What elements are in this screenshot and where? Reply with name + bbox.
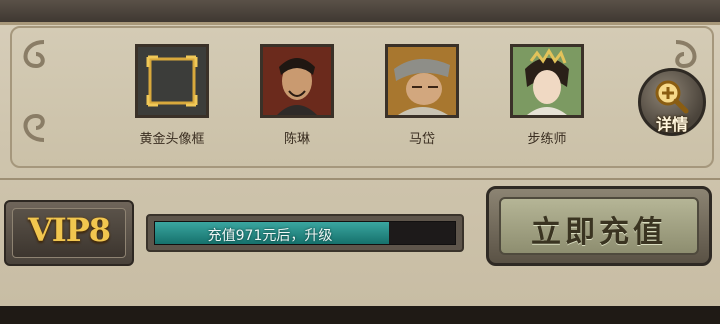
reward-hero-madai[interactable]: 马岱 (383, 44, 461, 147)
reward-label: 陈琳 (283, 132, 310, 147)
reward-hero-bulianshi[interactable]: 步练师 (508, 44, 586, 147)
reward-label: 黄金头像框 (139, 132, 205, 147)
reward-frame (10, 26, 714, 168)
details-button[interactable]: 详情 (638, 68, 706, 136)
progress-text: 充值971元后，升级 (207, 228, 333, 244)
reward-hero-chenlin[interactable]: 陈琳 (258, 44, 336, 147)
recharge-label: 立即充值 (531, 215, 667, 250)
reward-label: 马岱 (408, 132, 435, 147)
vip-progress-bar: 充值971元后，升级 (146, 214, 464, 252)
background-strip (0, 306, 720, 324)
golden-frame-icon (135, 44, 209, 118)
details-label: 详情 (655, 115, 688, 134)
hero-portrait-icon (510, 44, 584, 118)
scroll-ornament-left-icon (23, 40, 45, 142)
reward-label: 步练师 (527, 132, 567, 147)
vip-level-text: VIP8 (27, 211, 111, 249)
vip-level-badge: VIP8 (4, 200, 134, 266)
ornament-divider (0, 178, 720, 180)
reward-avatar-frame[interactable]: 黄金头像框 (133, 44, 211, 147)
hero-portrait-icon (385, 44, 459, 118)
hero-portrait-icon (260, 44, 334, 118)
panel-top-edge (0, 0, 720, 25)
recharge-now-button[interactable]: 立即充值 (486, 186, 712, 266)
vip-panel: 黄金头像框 陈琳 马岱 步练师 详情 VIP8 充值971元后，升级 立即充值 (0, 0, 720, 309)
